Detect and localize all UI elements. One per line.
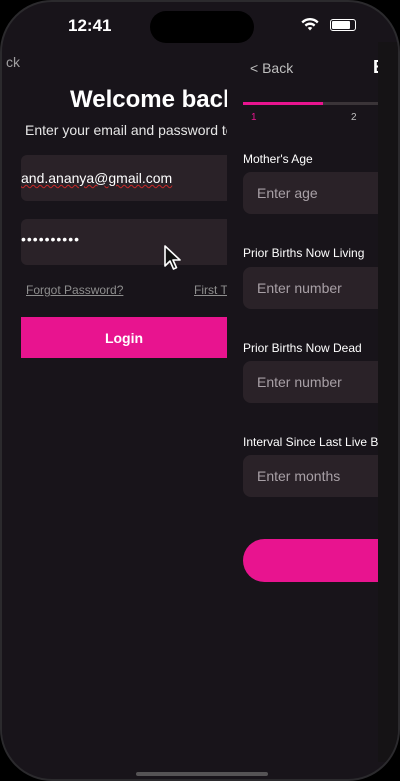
login-subtitle: Enter your email and password to <box>25 122 227 138</box>
phone-frame: 12:41 ck Welcome back Enter your email a… <box>0 0 400 781</box>
wifi-icon <box>301 17 319 31</box>
password-field[interactable]: •••••••••• <box>21 219 227 265</box>
phone-bezel <box>378 42 398 762</box>
login-title: Welcome back <box>70 86 227 113</box>
login-button[interactable]: Login <box>21 317 227 358</box>
progress-fill <box>243 102 323 105</box>
first-time-link[interactable]: First T <box>194 283 227 297</box>
prior-births-living-placeholder: Enter number <box>257 280 342 296</box>
progress-track <box>243 102 382 105</box>
field-label-mothers-age: Mother's Age <box>243 152 313 166</box>
field-label-prior-births-living: Prior Births Now Living <box>243 246 365 260</box>
field-label-prior-births-dead: Prior Births Now Dead <box>243 341 362 355</box>
status-time: 12:41 <box>68 16 112 35</box>
step-2-label: 2 <box>351 112 357 123</box>
form-screen: < Back B 1 2 Mother's Age Enter age Prio… <box>227 52 382 752</box>
prior-births-dead-input[interactable]: Enter number <box>243 361 382 403</box>
dynamic-island <box>150 11 254 43</box>
login-screen: ck Welcome back Enter your email and pas… <box>2 52 227 752</box>
mothers-age-input[interactable]: Enter age <box>243 172 382 214</box>
login-back-button[interactable]: ck <box>6 54 20 70</box>
interval-placeholder: Enter months <box>257 468 341 484</box>
prior-births-dead-placeholder: Enter number <box>257 374 342 390</box>
interval-since-last-birth-input[interactable]: Enter months <box>243 455 382 497</box>
battery-fill <box>332 21 350 29</box>
prior-births-living-input[interactable]: Enter number <box>243 267 382 309</box>
home-indicator[interactable] <box>136 772 268 776</box>
step-1-label: 1 <box>251 112 257 123</box>
email-field[interactable]: and.ananya@gmail.com <box>21 155 227 201</box>
next-button[interactable] <box>243 539 382 582</box>
field-label-interval-since-last-birth: Interval Since Last Live B <box>243 435 379 449</box>
mothers-age-placeholder: Enter age <box>257 185 318 201</box>
battery-icon <box>330 19 356 31</box>
password-value: •••••••••• <box>21 231 81 247</box>
email-value: and.ananya@gmail.com <box>21 170 173 186</box>
status-bar: 12:41 <box>2 2 398 52</box>
mouse-cursor-icon <box>164 245 181 270</box>
forgot-password-link[interactable]: Forgot Password? <box>26 283 123 297</box>
form-back-button[interactable]: < Back <box>250 60 293 76</box>
